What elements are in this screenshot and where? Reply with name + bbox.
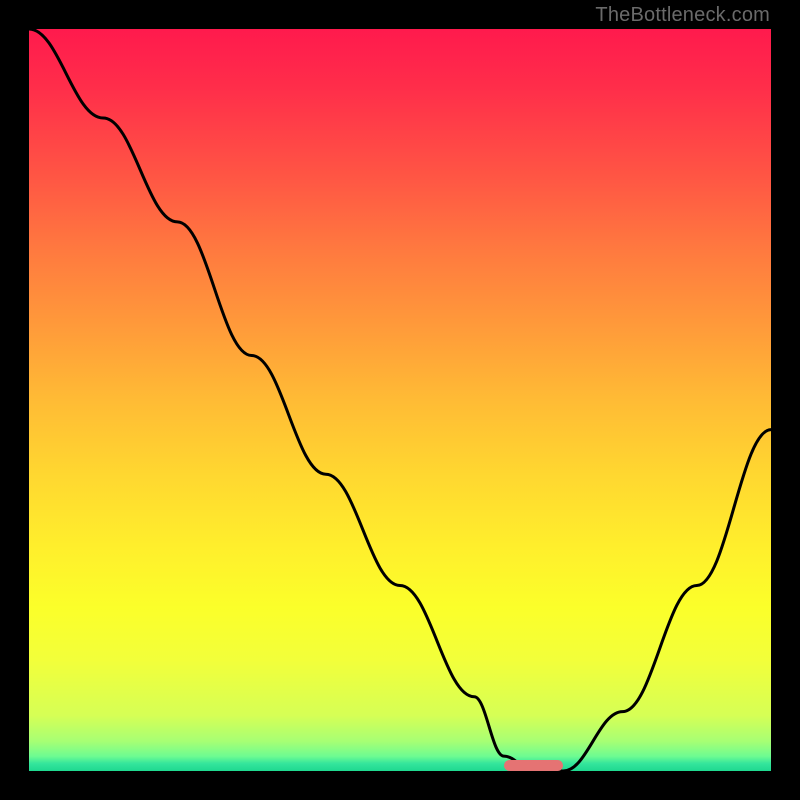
optimal-indicator — [504, 760, 563, 771]
watermark-text: TheBottleneck.com — [595, 4, 770, 27]
plot-area — [29, 29, 771, 771]
chart-container: TheBottleneck.com — [0, 0, 800, 800]
bottleneck-curve — [29, 29, 771, 771]
